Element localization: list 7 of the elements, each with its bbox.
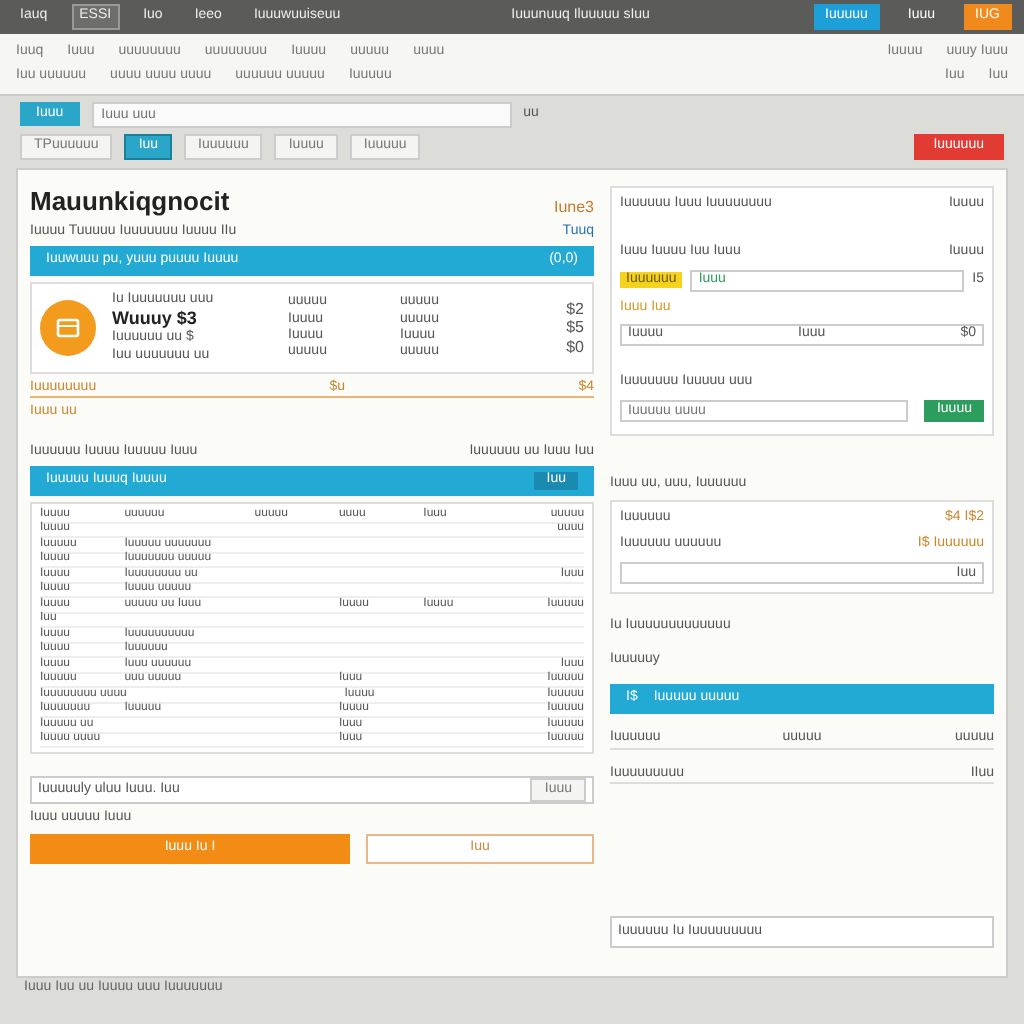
page-title: Mauunkiqgnocit [30,186,230,218]
amount: $0 [566,337,584,357]
status-text: Iune3 [553,198,594,218]
amount: $2 [566,299,584,319]
amount: $5 [566,318,584,338]
wallet-icon [40,299,96,356]
headline: Wuuuy $3 [112,308,199,330]
